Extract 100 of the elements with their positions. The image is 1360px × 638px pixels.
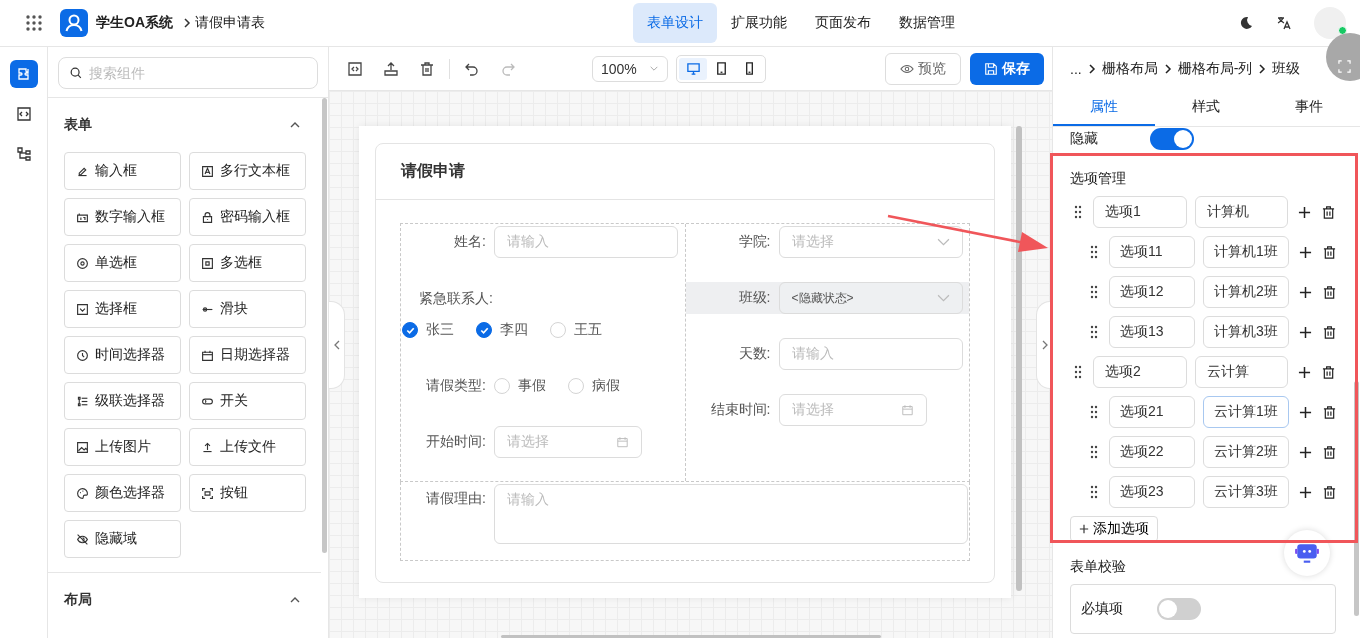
checkbox-option[interactable]: 张三 xyxy=(402,321,454,339)
collapse-icon[interactable] xyxy=(289,121,301,129)
scrollbar[interactable] xyxy=(1354,381,1359,616)
drag-handle-icon[interactable] xyxy=(1074,205,1082,219)
plus-icon[interactable] xyxy=(1299,485,1312,499)
plus-icon[interactable] xyxy=(1299,285,1312,299)
option-value-field[interactable]: 云计算1班 xyxy=(1203,396,1289,428)
trash-icon[interactable] xyxy=(1323,445,1336,459)
option-label-field[interactable]: 选项23 xyxy=(1109,476,1195,508)
zoom-select[interactable]: 100% xyxy=(592,55,668,82)
preview-button[interactable]: 预览 xyxy=(885,52,961,85)
panel-tab[interactable]: 事件 xyxy=(1257,90,1360,126)
trash-icon[interactable] xyxy=(1323,245,1336,259)
option-value-field[interactable]: 计算机1班 xyxy=(1203,236,1289,268)
code-icon[interactable] xyxy=(347,60,363,77)
apps-icon[interactable] xyxy=(25,14,43,32)
option-label-field[interactable]: 选项21 xyxy=(1109,396,1195,428)
component-item[interactable]: 滑块 xyxy=(189,290,306,328)
page-breadcrumb[interactable]: 请假申请表 xyxy=(195,14,265,32)
trash-icon[interactable] xyxy=(1322,205,1335,219)
select-field[interactable]: <隐藏状态> xyxy=(778,282,963,314)
scrollbar[interactable] xyxy=(1016,126,1022,591)
scrollbar[interactable] xyxy=(322,98,327,553)
trash-icon[interactable] xyxy=(1323,325,1336,339)
component-item[interactable]: 上传文件 xyxy=(189,428,306,466)
option-label-field[interactable]: 选项22 xyxy=(1109,436,1195,468)
toggle-switch[interactable] xyxy=(1150,128,1194,150)
component-item[interactable]: 多选框 xyxy=(189,244,306,282)
checkbox[interactable] xyxy=(476,322,492,338)
component-item[interactable]: 输入框 xyxy=(64,152,181,190)
component-item[interactable]: 上传图片 xyxy=(64,428,181,466)
moon-icon[interactable] xyxy=(1238,15,1254,31)
trash-icon[interactable] xyxy=(1322,365,1335,379)
trash-icon[interactable] xyxy=(1323,405,1336,419)
radio-option[interactable]: 事假 xyxy=(494,377,546,395)
option-value-field[interactable]: 云计算 xyxy=(1195,356,1288,388)
checkbox[interactable] xyxy=(402,322,418,338)
drag-handle-icon[interactable] xyxy=(1090,245,1098,259)
component-item[interactable]: 时间选择器 xyxy=(64,336,181,374)
radio-option[interactable]: 病假 xyxy=(568,377,620,395)
nav-tab[interactable]: 数据管理 xyxy=(885,3,969,43)
collapse-handle[interactable] xyxy=(329,301,345,389)
add-option-button[interactable]: 添加选项 xyxy=(1070,516,1158,542)
drag-handle-icon[interactable] xyxy=(1090,485,1098,499)
trash-icon[interactable] xyxy=(1323,285,1336,299)
component-item[interactable]: 数字输入框 xyxy=(64,198,181,236)
nav-tab[interactable]: 页面发布 xyxy=(801,3,885,43)
component-item[interactable]: 颜色选择器 xyxy=(64,474,181,512)
plus-icon[interactable] xyxy=(1299,245,1312,259)
component-item[interactable]: 密码输入框 xyxy=(189,198,306,236)
selected-field-row[interactable]: 班级: <隐藏状态> xyxy=(685,282,969,314)
component-item[interactable]: 隐藏域 xyxy=(64,520,181,558)
trash-icon[interactable] xyxy=(1323,485,1336,499)
checkbox-option[interactable]: 李四 xyxy=(476,321,528,339)
breadcrumb-item[interactable]: ... xyxy=(1070,60,1082,77)
option-label-field[interactable]: 选项1 xyxy=(1093,196,1187,228)
panel-tab[interactable]: 样式 xyxy=(1155,90,1258,126)
component-item[interactable]: 多行文本框 xyxy=(189,152,306,190)
option-value-field[interactable]: 云计算3班 xyxy=(1203,476,1289,508)
plus-icon[interactable] xyxy=(1298,365,1311,379)
component-item[interactable]: 单选框 xyxy=(64,244,181,282)
save-button[interactable]: 保存 xyxy=(970,52,1044,85)
component-item[interactable]: 选择框 xyxy=(64,290,181,328)
plus-icon[interactable] xyxy=(1299,405,1312,419)
option-label-field[interactable]: 选项12 xyxy=(1109,276,1195,308)
chatbot-button[interactable] xyxy=(1284,530,1330,576)
checkbox-option[interactable]: 王五 xyxy=(550,321,602,339)
component-item[interactable]: 按钮 xyxy=(189,474,306,512)
scrollbar[interactable] xyxy=(501,635,881,638)
drag-handle-icon[interactable] xyxy=(1090,285,1098,299)
component-item[interactable]: 日期选择器 xyxy=(189,336,306,374)
breadcrumb-item[interactable]: 班级 xyxy=(1272,59,1301,78)
drag-handle-icon[interactable] xyxy=(1074,365,1082,379)
upload-icon[interactable] xyxy=(383,60,399,77)
trash-icon[interactable] xyxy=(419,60,435,77)
option-value-field[interactable]: 云计算2班 xyxy=(1203,436,1289,468)
option-label-field[interactable]: 选项2 xyxy=(1093,356,1187,388)
plus-icon[interactable] xyxy=(1299,325,1312,339)
drag-handle-icon[interactable] xyxy=(1090,325,1098,339)
component-item[interactable]: 级联选择器 xyxy=(64,382,181,420)
option-value-field[interactable]: 计算机 xyxy=(1195,196,1288,228)
plus-icon[interactable] xyxy=(1299,445,1312,459)
desktop-icon[interactable] xyxy=(679,57,707,80)
option-value-field[interactable]: 计算机3班 xyxy=(1203,316,1289,348)
drag-handle-icon[interactable] xyxy=(1090,445,1098,459)
nav-tab[interactable]: 表单设计 xyxy=(633,3,717,43)
breadcrumb-item[interactable]: 栅格布局 xyxy=(1101,59,1158,78)
nav-tab[interactable]: 扩展功能 xyxy=(717,3,801,43)
option-label-field[interactable]: 选项13 xyxy=(1109,316,1195,348)
toggle-switch[interactable] xyxy=(1157,598,1201,620)
translate-icon[interactable] xyxy=(1276,15,1292,31)
drag-handle-icon[interactable] xyxy=(1090,405,1098,419)
option-value-field[interactable]: 计算机2班 xyxy=(1203,276,1289,308)
component-item[interactable]: 开关 xyxy=(189,382,306,420)
breadcrumb-item[interactable]: 栅格布局-列 xyxy=(1177,59,1253,78)
panel-tab[interactable]: 属性 xyxy=(1053,90,1156,126)
plus-icon[interactable] xyxy=(1298,205,1311,219)
search-field[interactable]: 搜索组件 xyxy=(58,57,318,89)
option-label-field[interactable]: 选项11 xyxy=(1109,236,1195,268)
collapse-icon[interactable] xyxy=(289,596,301,604)
